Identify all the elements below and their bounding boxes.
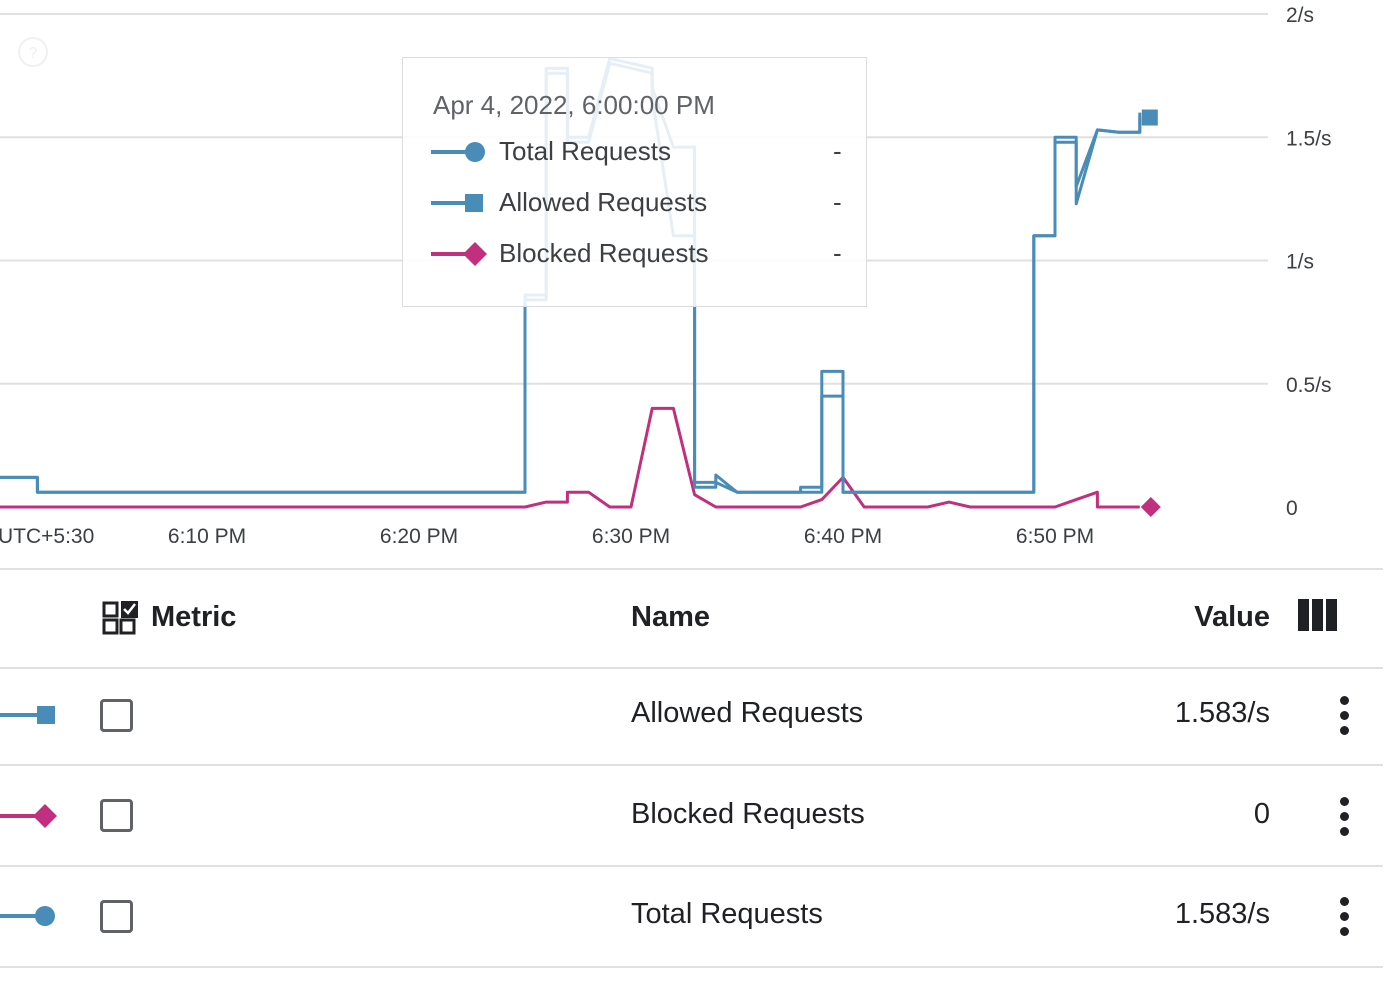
x-tick-label-timezone: UTC+5:30 bbox=[0, 525, 94, 548]
divider bbox=[0, 667, 1383, 669]
column-picker-icon[interactable] bbox=[1298, 599, 1338, 631]
y-tick-label: 0.5/s bbox=[1286, 374, 1332, 397]
divider bbox=[0, 966, 1383, 968]
y-tick-label: 1.5/s bbox=[1286, 127, 1332, 150]
row-checkbox[interactable] bbox=[100, 900, 133, 933]
x-tick-label: 6:30 PM bbox=[592, 525, 670, 548]
tooltip-series-value: - bbox=[833, 136, 842, 166]
tooltip-series-value: - bbox=[833, 238, 842, 268]
select-all-grid-icon[interactable] bbox=[102, 599, 140, 637]
x-tick-label: 6:10 PM bbox=[168, 525, 246, 548]
series-end-marker-allowed bbox=[1141, 109, 1158, 126]
more-vert-icon[interactable] bbox=[1333, 797, 1357, 837]
column-header-metric[interactable]: Metric bbox=[151, 601, 236, 634]
circle-marker-icon bbox=[431, 142, 485, 162]
divider bbox=[0, 865, 1383, 867]
diamond-marker-icon bbox=[0, 804, 57, 828]
series-end-marker-blocked bbox=[1140, 497, 1161, 517]
divider bbox=[0, 568, 1383, 570]
tooltip-date: Apr 4, 2022, 6:00:00 PM bbox=[433, 90, 715, 120]
tooltip-series-name: Allowed Requests bbox=[499, 187, 708, 217]
row-value: 1.583/s bbox=[1174, 898, 1270, 930]
column-header-name[interactable]: Name bbox=[631, 601, 710, 634]
circle-marker-icon bbox=[0, 906, 55, 926]
column-header-value[interactable]: Value bbox=[1160, 601, 1270, 634]
tooltip-row-total: Total Requests - bbox=[431, 136, 851, 168]
tooltip-row-blocked: Blocked Requests - bbox=[431, 238, 851, 270]
y-tick-label: 1/s bbox=[1286, 251, 1314, 274]
x-axis-labels: UTC+5:30 6:10 PM 6:20 PM 6:30 PM 6:40 PM 6:50… bbox=[0, 525, 1094, 548]
svg-text:?: ? bbox=[29, 45, 38, 62]
row-value: 1.583/s bbox=[1174, 697, 1270, 729]
square-marker-icon bbox=[0, 706, 55, 724]
row-name: Allowed Requests bbox=[631, 697, 864, 729]
x-tick-label: 6:20 PM bbox=[380, 525, 458, 548]
y-axis-labels: 0 0.5/s 1/s 1.5/s 2/s bbox=[1286, 4, 1332, 520]
row-name: Blocked Requests bbox=[631, 798, 865, 830]
x-tick-label: 6:50 PM bbox=[1016, 525, 1094, 548]
row-checkbox[interactable] bbox=[100, 799, 133, 832]
tooltip-series-name: Blocked Requests bbox=[499, 238, 709, 268]
row-name: Total Requests bbox=[631, 898, 823, 930]
y-tick-label: 0 bbox=[1286, 497, 1298, 520]
row-checkbox[interactable] bbox=[100, 699, 133, 732]
row-value: 0 bbox=[1253, 798, 1270, 830]
square-marker-icon bbox=[431, 194, 483, 212]
tooltip-series-value: - bbox=[833, 187, 842, 217]
tooltip-series-name: Total Requests bbox=[499, 136, 671, 166]
tooltip-row-allowed: Allowed Requests - bbox=[431, 187, 851, 219]
more-vert-icon[interactable] bbox=[1333, 696, 1357, 736]
help-icon[interactable]: ? bbox=[18, 37, 48, 67]
y-tick-label: 2/s bbox=[1286, 4, 1314, 27]
x-tick-label: 6:40 PM bbox=[804, 525, 882, 548]
more-vert-icon[interactable] bbox=[1333, 897, 1357, 937]
diamond-marker-icon bbox=[431, 242, 487, 266]
chart-tooltip: Apr 4, 2022, 6:00:00 PM Total Requests -… bbox=[402, 57, 867, 307]
divider bbox=[0, 764, 1383, 766]
